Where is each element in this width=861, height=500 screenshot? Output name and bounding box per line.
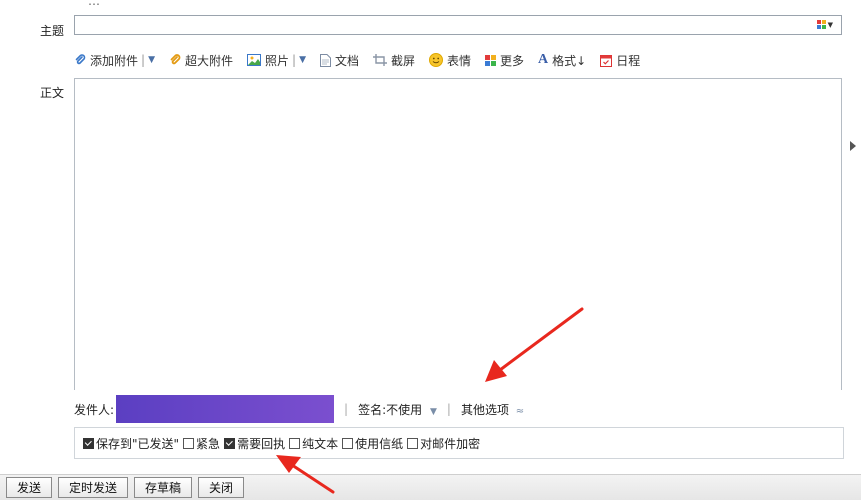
toolbar-label: 超大附件 <box>184 53 233 68</box>
sender-row: 发件人: | 签名: 不使用 ▼ | 其他选项 ≈ <box>74 395 524 423</box>
checkbox[interactable] <box>183 437 195 449</box>
chevron-down-icon[interactable]: ▼ <box>299 55 306 65</box>
checkbox[interactable] <box>83 437 94 449</box>
option-label: 对邮件加密 <box>420 436 481 451</box>
signature-select[interactable]: 不使用 ▼ <box>386 401 437 418</box>
screenshot-icon <box>373 54 387 66</box>
toolbar-label: 日程 <box>616 53 641 68</box>
toolbar-emoji[interactable]: 表情 <box>429 52 471 69</box>
chevron-down-icon[interactable]: ▼ <box>148 55 155 65</box>
sender-select[interactable] <box>116 395 335 423</box>
photo-icon <box>247 54 261 66</box>
toolbar-label: 更多 <box>500 53 525 68</box>
options-panel: 保存到"已发送" 紧急 需要回执 纯文本 使用信纸 对邮件加密 <box>74 427 844 459</box>
option-label: 紧急 <box>196 436 221 451</box>
other-options-label: 其他选项 <box>460 402 509 417</box>
toolbar-label: 格式↓ <box>552 53 587 68</box>
emoji-icon <box>429 53 444 67</box>
save-draft-button[interactable]: 存草稿 <box>134 477 193 498</box>
compose-toolbar: 添加附件 | ▼ 超大附件 照片 | ▼ 文档 截屏 表情 更多 A 格式↓ 日… <box>74 50 654 70</box>
divider: | <box>446 402 451 416</box>
divider: | <box>344 402 349 416</box>
subject-field[interactable]: ▼ <box>74 15 842 35</box>
toolbar-photo[interactable]: 照片 | ▼ <box>247 52 306 69</box>
side-panel-toggle-icon[interactable] <box>850 141 856 151</box>
toolbar-format[interactable]: A 格式↓ <box>538 52 586 69</box>
option-save-to-sent[interactable]: 保存到"已发送" <box>83 435 179 452</box>
checkbox[interactable] <box>289 437 301 449</box>
toolbar-big-attachment[interactable]: 超大附件 <box>169 52 233 69</box>
option-stationery[interactable]: 使用信纸 <box>342 435 403 452</box>
close-button[interactable]: 关闭 <box>198 477 245 498</box>
document-icon <box>319 53 331 67</box>
toolbar-label: 文档 <box>334 53 359 68</box>
checkbox[interactable] <box>224 437 236 449</box>
subject-apps-dropdown[interactable]: ▼ <box>816 20 833 29</box>
option-urgent[interactable]: 紧急 <box>183 435 220 452</box>
toolbar-label: 表情 <box>447 53 472 68</box>
more-icon <box>485 54 497 66</box>
big-attachment-icon <box>169 54 181 66</box>
other-options-toggle[interactable]: 其他选项 ≈ <box>461 401 524 418</box>
action-bar: 发送 定时发送 存草稿 关闭 <box>0 474 861 500</box>
option-label: 使用信纸 <box>355 436 404 451</box>
sender-label: 发件人: <box>74 402 115 417</box>
subject-input[interactable] <box>75 16 841 34</box>
calendar-icon <box>600 54 613 67</box>
body-label: 正文 <box>39 86 64 100</box>
toolbar-add-attachment[interactable]: 添加附件 | ▼ <box>74 52 155 69</box>
paperclip-icon <box>74 54 86 66</box>
scheduled-send-button[interactable]: 定时发送 <box>58 477 129 498</box>
toolbar-document[interactable]: 文档 <box>319 52 359 69</box>
top-partial-text: … <box>88 0 100 8</box>
toolbar-screenshot[interactable]: 截屏 <box>373 52 415 69</box>
format-icon: A <box>538 52 549 67</box>
divider: | <box>292 53 297 67</box>
chevron-up-icon: ≈ <box>515 405 525 417</box>
toolbar-label: 添加附件 <box>90 53 139 68</box>
chevron-down-icon: ▼ <box>429 406 437 417</box>
send-button[interactable]: 发送 <box>6 477 53 498</box>
toolbar-more[interactable]: 更多 <box>485 52 524 69</box>
toolbar-calendar[interactable]: 日程 <box>600 52 640 69</box>
checkbox[interactable] <box>407 437 419 449</box>
option-label: 保存到"已发送" <box>96 436 180 451</box>
checkbox[interactable] <box>342 437 354 449</box>
option-read-receipt[interactable]: 需要回执 <box>224 435 285 452</box>
option-plain-text[interactable]: 纯文本 <box>289 435 338 452</box>
subject-label: 主题 <box>39 24 64 38</box>
signature-label: 签名: <box>358 402 387 417</box>
chevron-down-icon: ▼ <box>827 20 833 29</box>
toolbar-label: 照片 <box>265 53 290 68</box>
body-editor[interactable] <box>74 78 842 390</box>
option-label: 需要回执 <box>237 436 286 451</box>
option-label: 纯文本 <box>302 436 339 451</box>
option-encrypt[interactable]: 对邮件加密 <box>407 435 480 452</box>
divider: | <box>141 53 146 67</box>
signature-value: 不使用 <box>386 402 423 417</box>
toolbar-label: 截屏 <box>391 53 416 68</box>
apps-grid-icon <box>816 20 826 29</box>
